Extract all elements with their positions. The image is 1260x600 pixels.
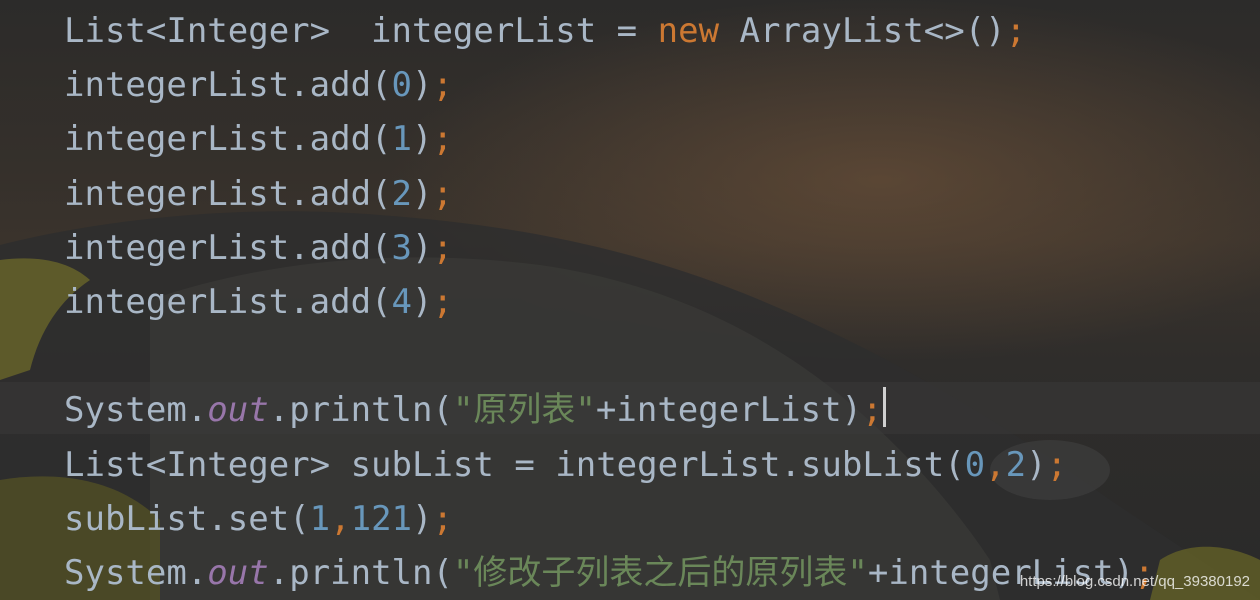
code-line[interactable]: List<Integer> integerList = new ArrayLis… — [64, 4, 1155, 58]
code-token-punct: ; — [432, 498, 453, 539]
code-token-punct: ; — [432, 119, 453, 160]
text-caret — [882, 387, 886, 428]
code-token-punct: , — [330, 498, 351, 539]
code-line[interactable] — [64, 329, 1155, 383]
code-line[interactable]: integerList.add(3); — [64, 221, 1155, 275]
code-token-punct: ; — [432, 173, 453, 214]
code-token-plain: List<Integer> subList = integerList.subL… — [64, 444, 965, 485]
code-editor[interactable]: List<Integer> integerList = new ArrayLis… — [0, 0, 1260, 600]
code-token-number: 121 — [350, 498, 413, 539]
code-line[interactable]: List<Integer> subList = integerList.subL… — [64, 438, 1155, 492]
code-token-plain: ) — [412, 281, 433, 322]
code-line[interactable]: integerList.add(1); — [64, 112, 1155, 166]
code-token-punct: ; — [1046, 444, 1068, 485]
watermark-text: https://blog.csdn.net/qq_39380192 — [1019, 573, 1250, 590]
code-token-plain: ) — [412, 173, 433, 214]
code-token-keyword: new — [657, 11, 720, 51]
code-line[interactable]: integerList.add(4); — [64, 275, 1155, 329]
code-line[interactable]: System.out.println("原列表"+integerList); — [64, 383, 1155, 437]
code-token-plain: System. — [64, 390, 208, 431]
code-token-plain: System. — [64, 552, 208, 593]
code-token-plain: ArrayList<>() — [719, 11, 1006, 51]
code-token-plain: integerList.add( — [64, 119, 392, 160]
code-token-plain: integerList.add( — [64, 227, 392, 268]
code-token-plain: ) — [1026, 444, 1047, 485]
code-token-string: "修改子列表之后的原列表" — [452, 552, 868, 593]
code-token-plain: integerList.add( — [64, 173, 392, 214]
code-line[interactable]: subList.set(1,121); — [64, 492, 1155, 546]
code-token-plain: +integerList) — [595, 390, 863, 431]
code-token-number: 1 — [309, 498, 331, 539]
code-token-plain: ) — [412, 227, 433, 268]
code-token-number: 3 — [391, 227, 412, 268]
code-token-field: out — [207, 552, 269, 593]
code-content[interactable]: List<Integer> integerList = new ArrayLis… — [64, 4, 1155, 600]
code-token-plain: ) — [412, 119, 433, 160]
code-token-plain: .println( — [268, 552, 453, 593]
code-token-plain: List<Integer> integerList = — [64, 11, 658, 51]
code-token-number: 0 — [391, 65, 412, 106]
code-token-plain: .println( — [268, 390, 453, 431]
code-token-punct: ; — [432, 65, 453, 106]
code-token-field: out — [207, 390, 269, 431]
code-token-punct: ; — [1005, 11, 1027, 51]
code-token-plain: ) — [412, 498, 433, 539]
code-line[interactable]: integerList.add(2); — [64, 167, 1155, 221]
code-line[interactable]: integerList.add(0); — [64, 58, 1155, 112]
code-token-plain: integerList.add( — [64, 281, 392, 322]
code-token-punct: , — [985, 444, 1006, 485]
code-token-plain: subList.set( — [64, 498, 310, 539]
code-token-number: 2 — [1005, 444, 1027, 485]
code-token-plain: ) — [412, 65, 433, 106]
code-token-punct: ; — [862, 390, 883, 431]
code-line[interactable]: System.out.println("修改子列表之后的原列表"+integer… — [64, 546, 1155, 600]
code-token-punct: ; — [432, 227, 453, 268]
code-token-number: 1 — [391, 119, 412, 160]
code-token-punct: ; — [432, 281, 453, 322]
code-token-string: "原列表" — [452, 390, 596, 431]
code-token-number: 2 — [391, 173, 412, 214]
code-token-number: 4 — [391, 281, 412, 322]
code-token-plain: integerList.add( — [64, 65, 392, 106]
code-token-number: 0 — [964, 444, 986, 485]
